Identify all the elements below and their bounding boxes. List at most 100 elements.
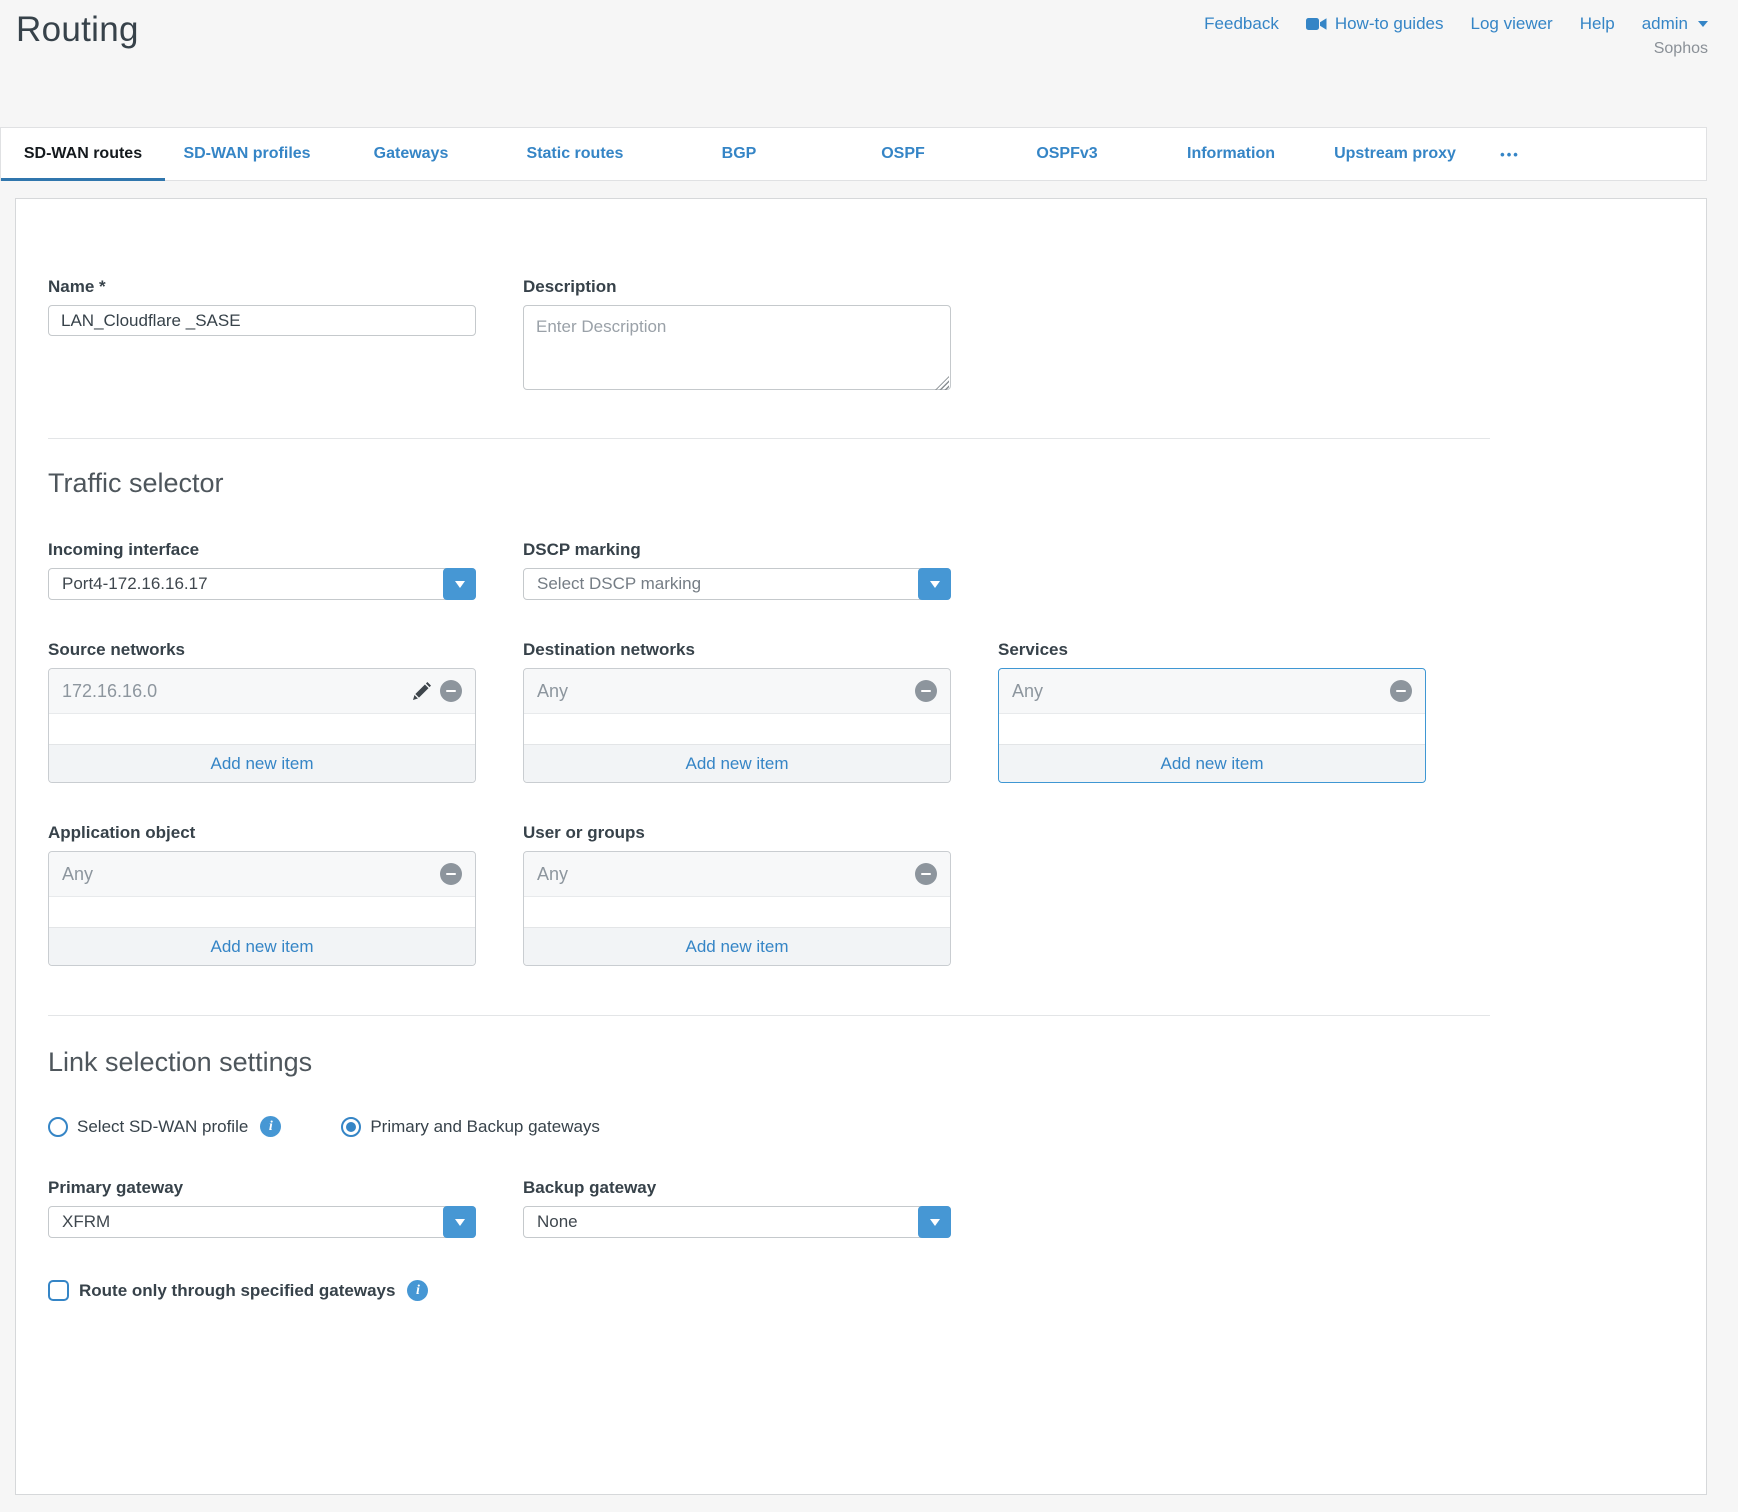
add-new-item-button[interactable]: Add new item [49,927,475,965]
tab-ospfv3[interactable]: OSPFv3 [985,128,1149,180]
add-new-item-button[interactable]: Add new item [49,744,475,782]
application-user-row: Application object Any Add new item User… [48,823,1674,966]
list-empty-area [49,714,475,744]
top-links: Feedback How-to guides Log viewer Help a… [1204,14,1708,34]
tab-upstream-proxy[interactable]: Upstream proxy [1313,128,1477,180]
routing-page: Routing Feedback How-to guides Log viewe… [0,0,1738,1495]
backup-gateway-select[interactable]: None [523,1206,951,1238]
radio-button-selected[interactable] [341,1117,361,1137]
radio-option-primary-backup: Primary and Backup gateways [341,1117,600,1137]
admin-menu[interactable]: admin [1642,14,1708,34]
source-networks-label: Source networks [48,640,476,660]
tab-gateways[interactable]: Gateways [329,128,493,180]
incoming-interface-label: Incoming interface [48,540,476,560]
description-label: Description [523,277,951,297]
destination-networks-label: Destination networks [523,640,951,660]
add-new-item-button[interactable]: Add new item [524,744,950,782]
header-right: Feedback How-to guides Log viewer Help a… [1204,8,1708,127]
gateways-row: Primary gateway XFRM Backup gateway None [48,1178,1674,1238]
interface-dscp-row: Incoming interface Port4-172.16.16.17 DS… [48,540,1674,600]
list-item-value: 172.16.16.0 [62,681,413,702]
info-icon[interactable]: i [260,1116,281,1137]
gateway-mode-radio-row: Select SD-WAN profile i Primary and Back… [48,1116,1674,1137]
info-icon[interactable]: i [407,1280,428,1301]
edit-icon[interactable] [413,682,431,700]
name-description-row: Name * Description [48,277,1674,395]
backup-gateway-label: Backup gateway [523,1178,951,1198]
remove-icon[interactable] [1390,680,1412,702]
user-or-groups-label: User or groups [523,823,951,843]
list-empty-area [999,714,1425,744]
list-item: 172.16.16.0 [49,669,475,714]
list-item-value: Any [1012,681,1390,702]
application-object-box: Any Add new item [48,851,476,966]
services-label: Services [998,640,1426,660]
description-textarea[interactable] [523,305,951,390]
dropdown-caret-icon[interactable] [918,568,951,600]
dropdown-caret-icon[interactable] [443,1206,476,1238]
list-item-value: Any [537,681,915,702]
add-new-item-button[interactable]: Add new item [524,927,950,965]
backup-gateway-value: None [524,1212,578,1232]
tab-bgp[interactable]: BGP [657,128,821,180]
name-label: Name * [48,277,476,297]
how-to-guides-link[interactable]: How-to guides [1306,14,1444,34]
list-item: Any [999,669,1425,714]
tab-sd-wan-profiles[interactable]: SD-WAN profiles [165,128,329,180]
primary-gateway-value: XFRM [49,1212,110,1232]
name-input[interactable] [48,305,476,336]
remove-icon[interactable] [915,680,937,702]
traffic-selector-heading: Traffic selector [48,468,1674,499]
content-panel: Name * Description Traffic selector Inco… [15,198,1707,1495]
remove-icon[interactable] [440,863,462,885]
feedback-link[interactable]: Feedback [1204,14,1279,34]
incoming-interface-select[interactable]: Port4-172.16.16.17 [48,568,476,600]
help-link[interactable]: Help [1580,14,1615,34]
dscp-marking-placeholder: Select DSCP marking [524,574,701,594]
services-box: Any Add new item [998,668,1426,783]
add-new-item-button[interactable]: Add new item [999,744,1425,782]
primary-gateway-label: Primary gateway [48,1178,476,1198]
list-empty-area [524,714,950,744]
route-only-row: Route only through specified gateways i [48,1280,1674,1301]
route-only-checkbox[interactable] [48,1280,69,1301]
list-item: Any [524,669,950,714]
route-only-label: Route only through specified gateways [79,1281,395,1301]
dropdown-caret-icon[interactable] [918,1206,951,1238]
tab-sd-wan-routes[interactable]: SD-WAN routes [1,128,165,180]
log-viewer-link[interactable]: Log viewer [1471,14,1553,34]
list-empty-area [524,897,950,927]
dscp-marking-label: DSCP marking [523,540,951,560]
list-empty-area [49,897,475,927]
networks-row: Source networks 172.16.16.0 Add new item [48,640,1674,783]
radio-label: Primary and Backup gateways [370,1117,600,1137]
source-networks-box: 172.16.16.0 Add new item [48,668,476,783]
user-or-groups-box: Any Add new item [523,851,951,966]
video-camera-icon [1306,17,1327,31]
list-item: Any [49,852,475,897]
section-divider [48,438,1490,439]
radio-button[interactable] [48,1117,68,1137]
chevron-down-icon [1698,21,1708,27]
tab-static-routes[interactable]: Static routes [493,128,657,180]
dscp-marking-select[interactable]: Select DSCP marking [523,568,951,600]
link-selection-heading: Link selection settings [48,1047,1674,1078]
incoming-interface-value: Port4-172.16.16.17 [49,574,208,594]
remove-icon[interactable] [915,863,937,885]
application-object-label: Application object [48,823,476,843]
list-item-value: Any [537,864,915,885]
tab-overflow-menu[interactable]: ••• [1477,128,1543,180]
tab-bar: SD-WAN routes SD-WAN profiles Gateways S… [0,127,1707,181]
destination-networks-box: Any Add new item [523,668,951,783]
tab-information[interactable]: Information [1149,128,1313,180]
page-title: Routing [16,8,139,127]
list-item: Any [524,852,950,897]
remove-icon[interactable] [440,680,462,702]
admin-label: admin [1642,14,1688,34]
primary-gateway-select[interactable]: XFRM [48,1206,476,1238]
brand-label: Sophos [1654,40,1708,58]
list-item-value: Any [62,864,440,885]
page-header: Routing Feedback How-to guides Log viewe… [0,0,1738,127]
dropdown-caret-icon[interactable] [443,568,476,600]
tab-ospf[interactable]: OSPF [821,128,985,180]
